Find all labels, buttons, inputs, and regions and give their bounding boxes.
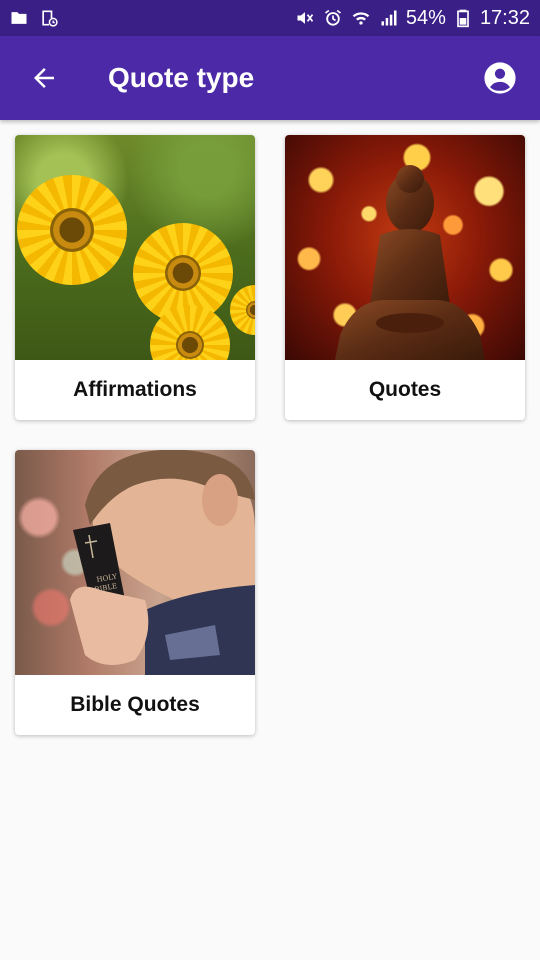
bible-image: HOLY BIBLE [15,450,255,675]
category-label: Quotes [368,378,442,401]
mute-icon [294,7,316,29]
sunflowers-image [15,135,255,360]
screenshot-icon [38,7,60,29]
category-card-bible-quotes[interactable]: HOLY BIBLE Bible Quotes [15,450,255,735]
buddha-statue-shape [335,165,485,360]
clock: 17:32 [479,6,530,29]
account-button[interactable] [480,58,520,98]
page-title: Quote type [108,62,255,93]
wifi-icon [350,7,372,29]
battery-icon [452,7,474,29]
category-grid: Affirmations Quotes HOLY BIBLE Bible Quo… [15,135,525,735]
category-label: Affirmations [73,378,197,401]
account-circle-icon [484,62,516,94]
sunflower-shape [17,175,127,285]
battery-percent: 54% [405,6,446,29]
category-card-affirmations[interactable]: Affirmations [15,135,255,420]
status-bar-left [8,7,60,29]
app-bar: Quote type [0,36,540,120]
sunflower-shape [230,285,255,335]
signal-icon [378,7,400,29]
boy-praying-shape: HOLY BIBLE [70,450,255,675]
folder-icon [8,7,30,29]
buddha-image [285,135,525,360]
status-bar: 54% 17:32 [0,0,540,36]
back-button[interactable] [24,58,64,98]
category-label: Bible Quotes [70,693,200,716]
status-bar-right: 54% 17:32 [294,7,530,30]
category-card-quotes[interactable]: Quotes [285,135,525,420]
alarm-icon [322,7,344,29]
arrow-back-icon [34,68,54,88]
